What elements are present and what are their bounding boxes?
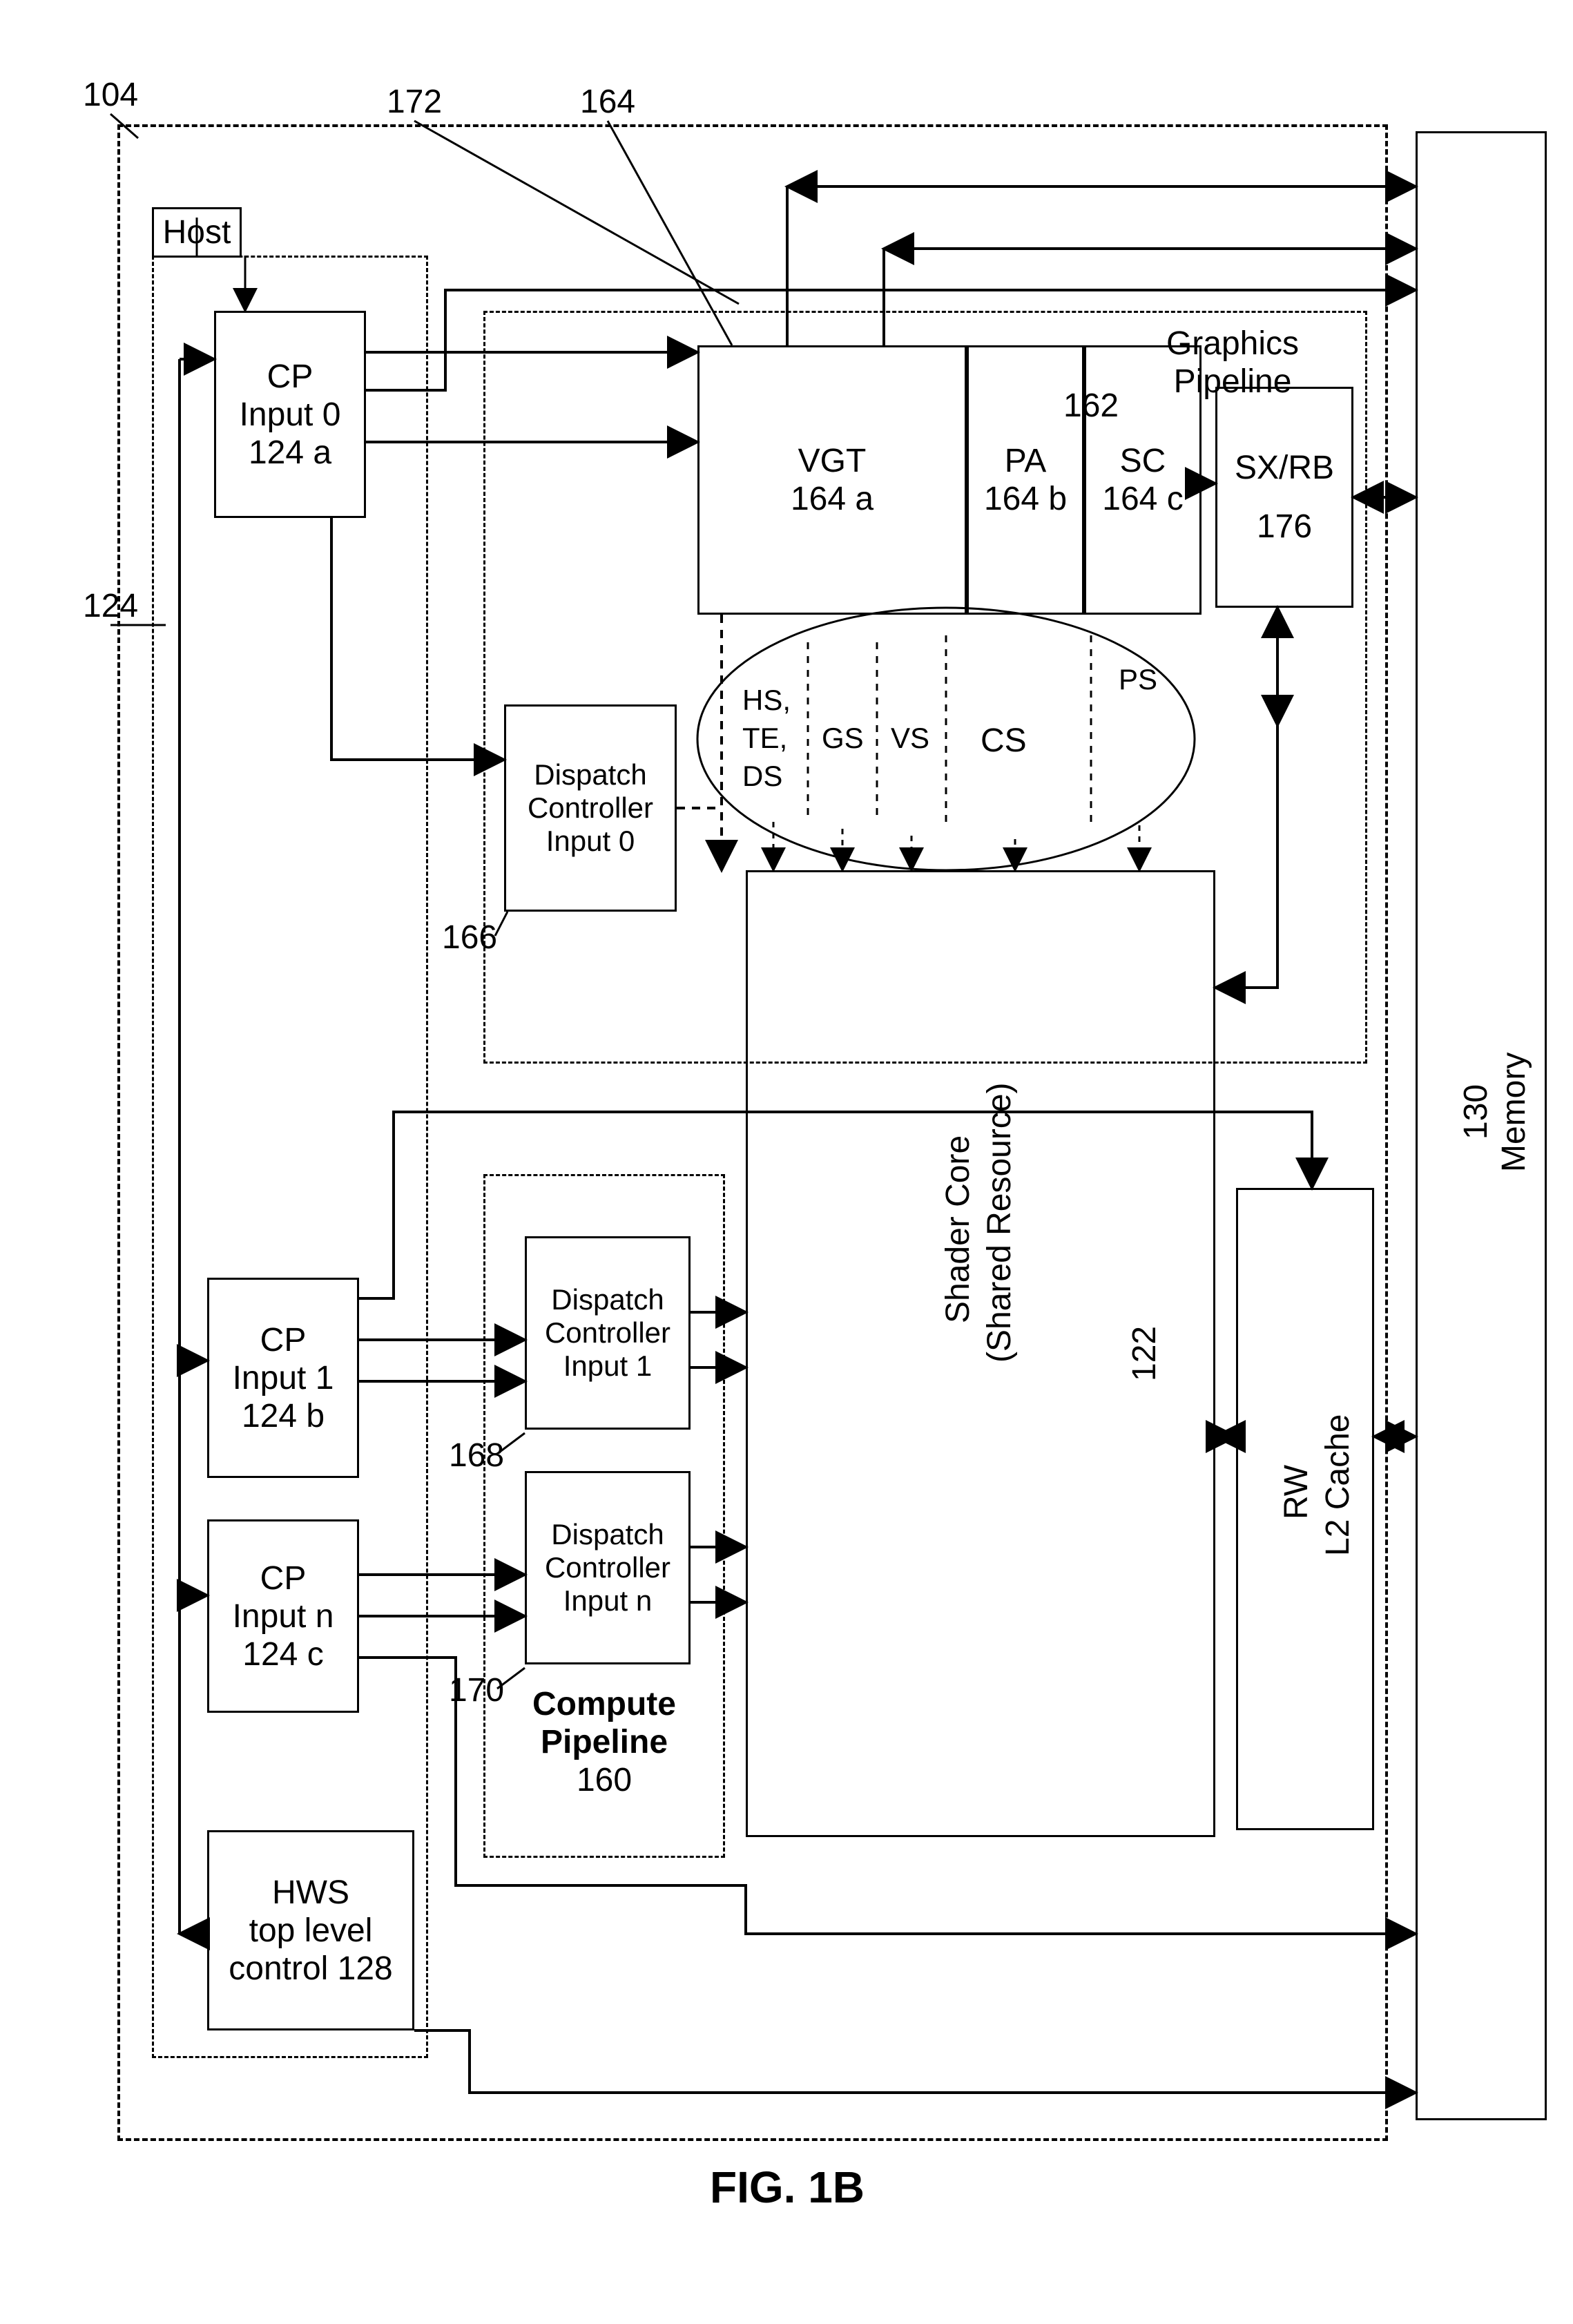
figure-caption: FIG. 1B [677,2162,898,2213]
shader-core-l1: Shader Core [939,1119,977,1340]
compute-pipeline-label: Compute Pipeline 160 [497,1685,711,1799]
dispatch-controller-1: Dispatch Controller Input 1 [525,1236,691,1430]
hws-block: HWS top level control 128 [207,1830,414,2030]
dispatch-controller-n: Dispatch Controller Input n [525,1471,691,1664]
host-label: Host [152,207,242,258]
sc-block: SC 164 c [1084,345,1202,615]
memory-l2: Memory [1495,1036,1533,1188]
pa-block: PA 164 b [967,345,1084,615]
stage-gs: GS [822,722,864,755]
ref-164: 164 [580,83,635,121]
cp-input-1: CP Input 1 124 b [207,1278,359,1478]
l2-cache-l1: RW [1277,1450,1315,1533]
sxrb-block: SX/RB 176 [1215,387,1353,608]
stage-ds: DS [742,760,782,793]
stage-cs: CS [981,722,1027,760]
ref-124: 124 [83,587,138,625]
dc1-ref: 168 [449,1437,504,1475]
stage-ps: PS [1119,663,1157,696]
ref-104: 104 [83,76,138,114]
stage-hs: HS, [742,684,791,717]
shader-core-l2: (Shared Resource) [981,1050,1019,1395]
dispatch-controller-0: Dispatch Controller Input 0 [504,704,677,912]
stage-vs: VS [891,722,929,755]
dcn-ref: 170 [449,1671,504,1709]
shader-core-ref: 122 [1126,1312,1164,1395]
cp-input-0: CP Input 0 124 a [214,311,366,518]
diagram-canvas: Host CP Input 0 124 a CP Input 1 124 b C… [0,0,1573,2324]
cp-input-n: CP Input n 124 c [207,1519,359,1713]
l2-cache-l2: L2 Cache [1319,1381,1357,1588]
stage-te: TE, [742,722,787,755]
memory-ref: 130 [1457,1070,1495,1153]
cp-group [152,256,428,2058]
ref-172: 172 [387,83,442,121]
dc0-ref: 166 [442,919,497,957]
vgt-block: VGT 164 a [697,345,967,615]
